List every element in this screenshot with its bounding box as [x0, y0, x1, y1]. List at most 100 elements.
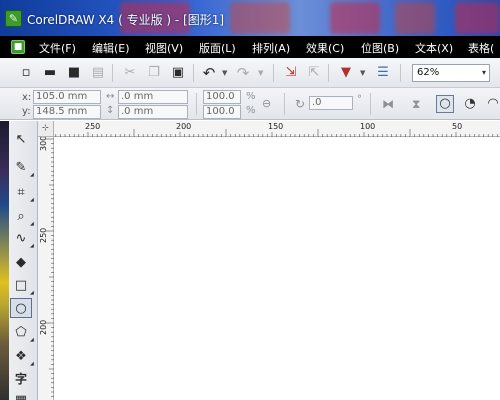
h-ruler-label: 50 [452, 122, 463, 131]
scale-x-field[interactable]: 100.0 [203, 90, 241, 104]
document-control-icon[interactable]: ■ [11, 40, 25, 54]
mirror-vertical-icon[interactable]: ⧗ [412, 97, 420, 112]
toolbar-separator [112, 64, 113, 82]
menu-edit[interactable]: 编辑(E) [92, 40, 130, 56]
flyout-indicator-icon: ◢ [30, 243, 34, 249]
export-icon[interactable]: ⇱ [306, 65, 322, 81]
y-position-field[interactable]: 148.5 mm [33, 105, 101, 119]
title-bar-overlay-art [455, 2, 500, 34]
shape-tool-icon[interactable]: ✎ [10, 158, 32, 178]
screen-edge-artifact [0, 121, 9, 400]
width-field[interactable]: .0 mm [118, 90, 188, 104]
scale-y-field[interactable]: 100.0 [203, 105, 241, 119]
cut-icon[interactable]: ✂ [122, 65, 138, 81]
flyout-indicator-icon: ◢ [30, 361, 34, 367]
pie-mode-button[interactable]: ◔ [461, 95, 479, 113]
height-field[interactable]: .0 mm [118, 105, 188, 119]
zoom-tool-icon[interactable]: ⌕ [10, 207, 32, 227]
rotation-icon: ↻ [295, 97, 306, 111]
v-ruler-label: 300 [39, 135, 48, 151]
toolbar-separator [284, 93, 285, 115]
app-logo-icon: ✎ [5, 10, 22, 27]
horizontal-ruler[interactable]: 250 200 150 100 50 [38, 121, 500, 137]
redo-dropdown-icon[interactable]: ▼ [258, 69, 263, 77]
ruler-origin-corner[interactable]: ⊹ [38, 121, 54, 137]
menu-effects[interactable]: 效果(C) [306, 40, 344, 56]
text-tool-icon[interactable]: 字 [10, 369, 32, 389]
toolbar-separator [370, 93, 371, 115]
v-ruler-label: 200 [39, 319, 48, 335]
polygon-tool-icon[interactable]: ⬠ [10, 323, 32, 343]
flyout-indicator-icon: ◢ [30, 172, 34, 178]
height-icon: ↕ [106, 105, 115, 116]
menu-view[interactable]: 视图(V) [145, 40, 183, 56]
flyout-indicator-icon: ◢ [30, 337, 34, 343]
percent-x-label: % [246, 91, 256, 102]
toolbar-separator [273, 64, 274, 82]
launcher-dropdown-icon[interactable]: ▼ [360, 69, 365, 77]
import-icon[interactable]: ⇲ [283, 65, 299, 81]
crop-tool-icon[interactable]: ⌗ [10, 183, 32, 203]
save-icon[interactable]: ■ [66, 65, 82, 81]
menu-file[interactable]: 文件(F) [39, 40, 76, 56]
menu-bar: ■ 文件(F) 编辑(E) 视图(V) 版面(L) 排列(A) 效果(C) 位图… [0, 36, 500, 58]
toolbar-separator [400, 64, 401, 82]
width-icon: ↔ [106, 91, 115, 102]
paste-icon[interactable]: ▣ [170, 65, 186, 81]
title-bar-overlay-art [230, 2, 290, 34]
menu-table[interactable]: 表格( [468, 40, 494, 56]
drawing-canvas[interactable] [55, 138, 500, 400]
toolbar-separator [196, 93, 197, 115]
freehand-tool-icon[interactable]: ∿ [10, 229, 32, 249]
welcome-screen-icon[interactable]: ☰ [375, 65, 391, 81]
toolbar-separator [328, 64, 329, 82]
redo-icon[interactable]: ↷ [235, 65, 251, 81]
menu-layout[interactable]: 版面(L) [199, 40, 236, 56]
degree-label: ° [357, 94, 362, 105]
h-ruler-label: 200 [176, 122, 192, 131]
ellipse-tool-icon[interactable]: ○ [10, 298, 32, 318]
toolbar-separator [193, 64, 194, 82]
smart-fill-tool-icon[interactable]: ◆ [10, 253, 32, 273]
vertical-ruler[interactable]: 300 250 200 [38, 135, 54, 400]
open-icon[interactable]: ▬ [42, 65, 58, 81]
property-bar: x: y: 105.0 mm 148.5 mm ↔ ↕ .0 mm .0 mm … [0, 88, 500, 120]
zoom-level-select[interactable]: 62% ▾ [412, 64, 490, 82]
h-ruler-label: 250 [85, 122, 101, 131]
title-bar-overlay-art [330, 2, 380, 34]
lock-ratio-icon[interactable]: ⊖ [262, 97, 271, 110]
x-position-label: x: [22, 92, 32, 103]
h-ruler-label: 150 [268, 122, 284, 131]
table-tool-icon[interactable]: ▦ [10, 391, 32, 400]
y-position-label: y: [22, 106, 31, 117]
x-position-field[interactable]: 105.0 mm [33, 90, 101, 104]
title-bar-overlay-art [395, 2, 435, 34]
v-ruler-label: 250 [39, 227, 48, 243]
menu-bitmaps[interactable]: 位图(B) [361, 40, 399, 56]
new-icon[interactable]: ▫ [18, 65, 34, 81]
undo-icon[interactable]: ↶ [201, 65, 217, 81]
rectangle-tool-icon[interactable]: □ [10, 276, 32, 296]
title-bar: ✎ CorelDRAW X4 ( 专业版 ) - [图形1] [0, 0, 500, 36]
undo-dropdown-icon[interactable]: ▼ [222, 69, 227, 77]
mirror-horizontal-icon[interactable]: ⧓ [382, 97, 394, 111]
menu-arrange[interactable]: 排列(A) [252, 40, 290, 56]
zoom-level-value: 62% [417, 67, 440, 78]
flyout-indicator-icon: ◢ [30, 221, 34, 227]
application-launcher-icon[interactable]: ▼ [338, 65, 354, 81]
arc-mode-button[interactable]: ◠ [484, 95, 500, 113]
percent-y-label: % [246, 105, 256, 116]
ellipse-mode-button[interactable]: ○ [436, 95, 454, 113]
chevron-down-icon[interactable]: ▾ [482, 65, 486, 81]
rotation-angle-field[interactable]: .0 [309, 96, 353, 110]
print-icon[interactable]: ▤ [90, 65, 106, 81]
basic-shapes-tool-icon[interactable]: ❖ [10, 347, 32, 367]
copy-icon[interactable]: ❐ [146, 65, 162, 81]
menu-text[interactable]: 文本(X) [415, 40, 453, 56]
h-ruler-label: 100 [360, 122, 376, 131]
vertical-ruler-ticks [46, 138, 54, 397]
flyout-indicator-icon: ◢ [30, 290, 34, 296]
pick-tool-icon[interactable]: ↖ [10, 130, 32, 150]
window-title: CorelDRAW X4 ( 专业版 ) - [图形1] [27, 13, 225, 27]
flyout-indicator-icon: ◢ [30, 197, 34, 203]
